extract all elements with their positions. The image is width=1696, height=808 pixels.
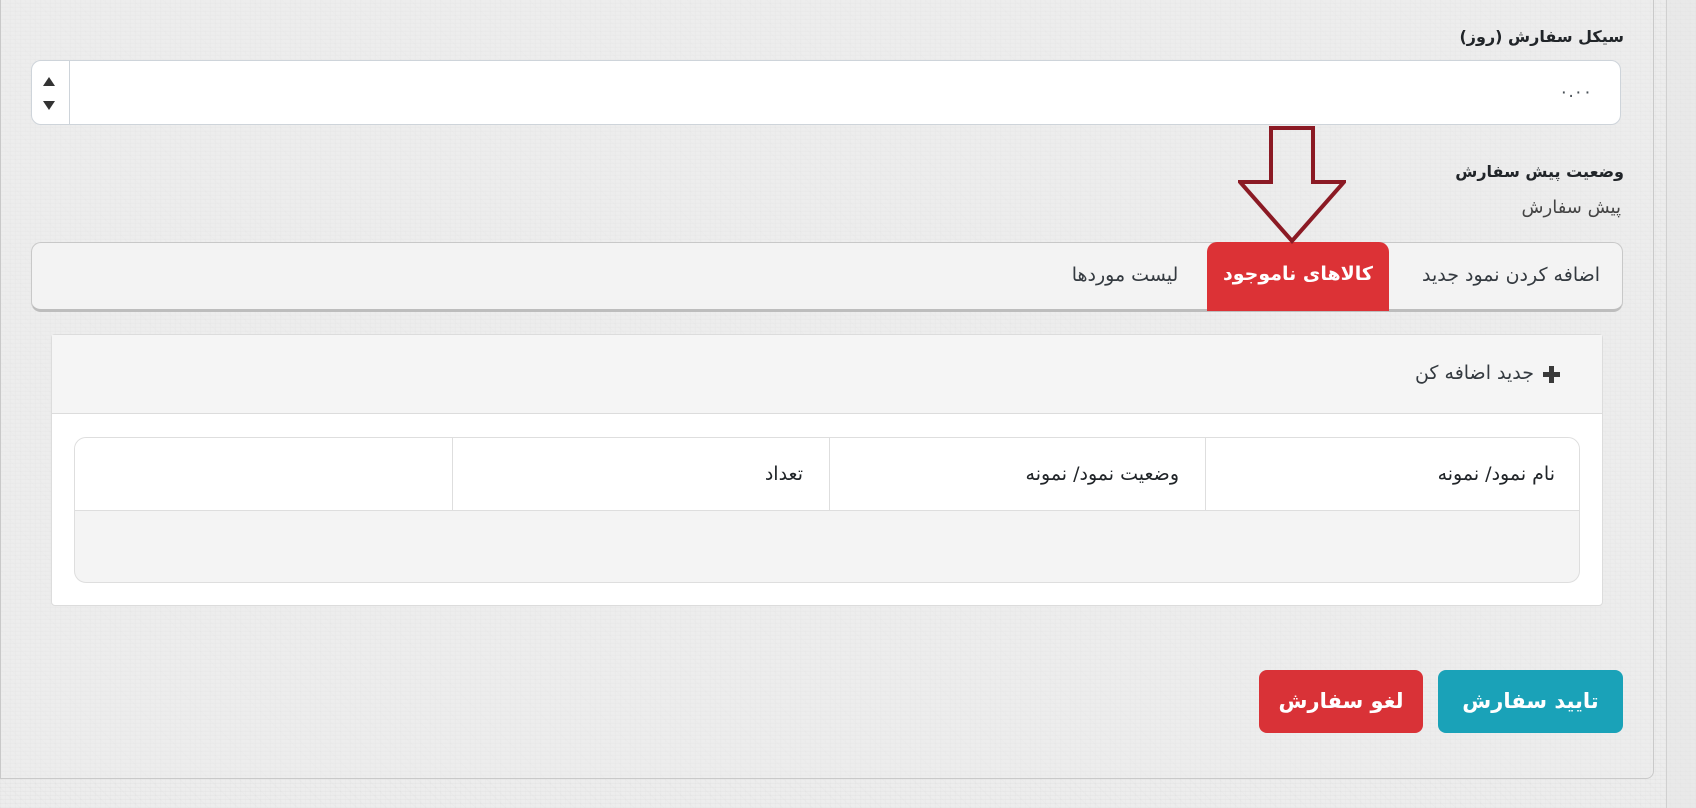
table-header-row: نام نمود/ نمونه وضعیت نمود/ نمونه تعداد (75, 438, 1579, 511)
column-header-quantity: تعداد (453, 438, 830, 510)
spinner-down-icon[interactable] (43, 101, 55, 110)
items-table: نام نمود/ نمونه وضعیت نمود/ نمونه تعداد (74, 437, 1580, 583)
page-scroll-gutter (1666, 0, 1696, 808)
tab-unavailable-items[interactable]: کالاهای ناموجود (1207, 242, 1389, 311)
order-cycle-input[interactable]: ۰.۰۰ (31, 60, 1621, 125)
tab-bar: اضافه کردن نمود جدید کالاهای ناموجود لیس… (31, 242, 1623, 312)
order-cycle-value: ۰.۰۰ (1559, 82, 1592, 102)
cancel-order-button[interactable]: لغو سفارش (1259, 670, 1423, 733)
add-new-label: جدید اضافه کن (1414, 362, 1534, 384)
column-header-item-status: وضعیت نمود/ نمونه (830, 438, 1206, 510)
unavailable-items-card: جدید اضافه کن نام نمود/ نمونه وضعیت نمود… (51, 334, 1603, 606)
preorder-status-label: وضعیت پیش سفارش (1455, 162, 1624, 181)
column-header-actions (75, 438, 453, 510)
number-spinner[interactable] (32, 61, 70, 124)
tab-items-list[interactable]: لیست موردها (1047, 243, 1203, 310)
confirm-order-button[interactable]: تایید سفارش (1438, 670, 1623, 733)
order-cycle-label: سیکل سفارش (روز) (1459, 27, 1624, 46)
card-header: جدید اضافه کن (52, 335, 1602, 414)
tab-add-new-item[interactable]: اضافه کردن نمود جدید (1400, 243, 1622, 310)
spinner-up-icon[interactable] (43, 77, 55, 86)
plus-icon (1543, 366, 1560, 383)
preorder-status-value: پیش سفارش (1521, 197, 1621, 218)
column-header-item-name: نام نمود/ نمونه (1437, 463, 1555, 485)
